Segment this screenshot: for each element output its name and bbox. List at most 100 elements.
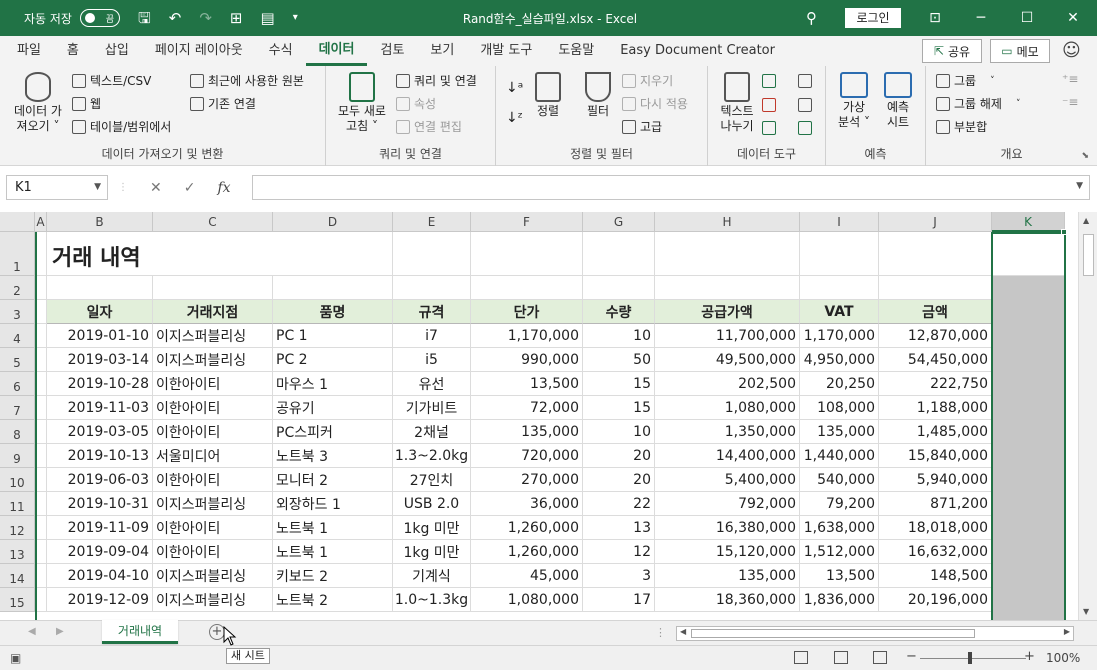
table-cell[interactable]: 135,000 <box>471 420 583 444</box>
table-cell[interactable]: 10 <box>583 324 655 348</box>
table-cell[interactable]: 2019-06-03 <box>47 468 153 492</box>
column-header-k[interactable]: K <box>992 212 1065 232</box>
table-cell[interactable]: 720,000 <box>471 444 583 468</box>
table-cell[interactable]: 노트북 3 <box>273 444 393 468</box>
table-cell[interactable]: 1,260,000 <box>471 516 583 540</box>
table-cell[interactable]: 서울미디어 <box>153 444 273 468</box>
table-cell[interactable]: 이지스퍼블리싱 <box>153 564 273 588</box>
table-cell[interactable]: 13,500 <box>471 372 583 396</box>
close-button[interactable]: ✕ <box>1050 0 1096 36</box>
tab-9[interactable]: 도움말 <box>545 36 607 66</box>
table-cell[interactable]: 18,360,000 <box>655 588 800 612</box>
table-header-cell[interactable]: 금액 <box>879 300 992 324</box>
scroll-left-icon[interactable]: ◀ <box>680 627 686 636</box>
zoom-slider-thumb[interactable] <box>968 652 972 664</box>
table-cell[interactable]: 2019-12-09 <box>47 588 153 612</box>
table-cell[interactable]: 2019-04-10 <box>47 564 153 588</box>
cell[interactable] <box>47 276 153 300</box>
edit-links-button[interactable]: 연결 편집 <box>396 118 462 135</box>
zoom-slider[interactable] <box>920 658 1026 659</box>
table-cell[interactable]: 2채널 <box>393 420 471 444</box>
row-header-1[interactable]: 1 <box>0 232 35 276</box>
dialog-launcher-icon[interactable]: ⬊ <box>1081 151 1089 161</box>
page-layout-view-icon[interactable] <box>834 651 848 664</box>
table-cell[interactable]: 18,018,000 <box>879 516 992 540</box>
table-cell[interactable]: 79,200 <box>800 492 879 516</box>
minimize-button[interactable]: ─ <box>958 0 1004 36</box>
prev-sheet-icon[interactable]: ◀ <box>28 626 36 637</box>
table-cell[interactable]: 1,080,000 <box>655 396 800 420</box>
table-cell[interactable]: 54,450,000 <box>879 348 992 372</box>
table-cell[interactable]: 노트북 1 <box>273 540 393 564</box>
table-cell[interactable]: 16,632,000 <box>879 540 992 564</box>
table-cell[interactable]: i7 <box>393 324 471 348</box>
cell[interactable] <box>800 276 879 300</box>
autosave[interactable]: 자동 저장 끔 <box>24 9 120 27</box>
form-icon[interactable]: ▤ <box>261 10 275 26</box>
table-cell[interactable]: 50 <box>583 348 655 372</box>
scroll-up-icon[interactable]: ▲ <box>1083 216 1089 225</box>
table-cell[interactable]: 기가비트 <box>393 396 471 420</box>
select-all-corner[interactable] <box>0 212 35 232</box>
data-model-icon[interactable] <box>798 121 812 135</box>
row-header-8[interactable]: 8 <box>0 420 35 444</box>
from-table-button[interactable]: 테이블/범위에서 <box>72 118 171 135</box>
cell[interactable] <box>471 232 583 276</box>
redo-icon[interactable]: ↷ <box>199 10 212 26</box>
table-cell[interactable]: 13,500 <box>800 564 879 588</box>
table-cell[interactable]: 2019-10-31 <box>47 492 153 516</box>
existing-connections-button[interactable]: 기존 연결 <box>190 95 256 112</box>
memo-button[interactable]: ▭ 메모 <box>990 39 1050 63</box>
vertical-scrollbar[interactable]: ▲ ▼ <box>1078 212 1097 620</box>
tab-4[interactable]: 수식 <box>256 36 306 66</box>
table-cell[interactable]: 2019-11-03 <box>47 396 153 420</box>
cell[interactable] <box>273 276 393 300</box>
table-cell[interactable]: 148,500 <box>879 564 992 588</box>
feedback-icon[interactable]: ☺ <box>1062 40 1081 61</box>
table-cell[interactable]: 20,250 <box>800 372 879 396</box>
cell[interactable] <box>655 276 800 300</box>
properties-button[interactable]: 속성 <box>396 95 436 112</box>
table-cell[interactable]: 72,000 <box>471 396 583 420</box>
table-cell[interactable]: 1,836,000 <box>800 588 879 612</box>
table-cell[interactable]: 유선 <box>393 372 471 396</box>
cancel-icon[interactable]: ✕ <box>150 180 162 196</box>
zoom-out-button[interactable]: − <box>906 649 917 664</box>
table-cell[interactable]: 22 <box>583 492 655 516</box>
table-cell[interactable]: 1,080,000 <box>471 588 583 612</box>
table-cell[interactable]: 3 <box>583 564 655 588</box>
table-cell[interactable]: 15,840,000 <box>879 444 992 468</box>
save-icon[interactable]: 🖫 <box>138 10 151 26</box>
tab-8[interactable]: 개발 도구 <box>467 36 545 66</box>
share-button[interactable]: ⇱ 공유 <box>922 39 982 63</box>
sort-button[interactable]: 정렬 <box>530 72 566 119</box>
cell[interactable] <box>800 232 879 276</box>
table-cell[interactable]: 45,000 <box>471 564 583 588</box>
column-header-d[interactable]: D <box>273 212 393 232</box>
table-cell[interactable]: 이한아이티 <box>153 372 273 396</box>
table-cell[interactable]: 1,638,000 <box>800 516 879 540</box>
table-cell[interactable]: 이한아이티 <box>153 540 273 564</box>
table-cell[interactable]: 792,000 <box>655 492 800 516</box>
row-header-11[interactable]: 11 <box>0 492 35 516</box>
table-cell[interactable]: 15 <box>583 396 655 420</box>
table-cell[interactable]: 15,120,000 <box>655 540 800 564</box>
table-cell[interactable]: 2019-10-13 <box>47 444 153 468</box>
cell[interactable] <box>393 232 471 276</box>
table-cell[interactable]: 1,260,000 <box>471 540 583 564</box>
column-header-j[interactable]: J <box>879 212 992 232</box>
table-cell[interactable]: 871,200 <box>879 492 992 516</box>
table-cell[interactable]: 1,170,000 <box>471 324 583 348</box>
column-header-g[interactable]: G <box>583 212 655 232</box>
table-header-cell[interactable]: 수량 <box>583 300 655 324</box>
table-cell[interactable]: 5,940,000 <box>879 468 992 492</box>
vertical-scroll-thumb[interactable] <box>1083 234 1094 276</box>
table-cell[interactable]: 1kg 미만 <box>393 516 471 540</box>
remove-duplicates-icon[interactable] <box>762 98 776 112</box>
cell[interactable] <box>393 276 471 300</box>
macro-record-icon[interactable]: ▣ <box>10 651 21 665</box>
table-cell[interactable]: 12,870,000 <box>879 324 992 348</box>
table-cell[interactable]: 2019-10-28 <box>47 372 153 396</box>
column-header-f[interactable]: F <box>471 212 583 232</box>
table-cell[interactable]: 모니터 2 <box>273 468 393 492</box>
